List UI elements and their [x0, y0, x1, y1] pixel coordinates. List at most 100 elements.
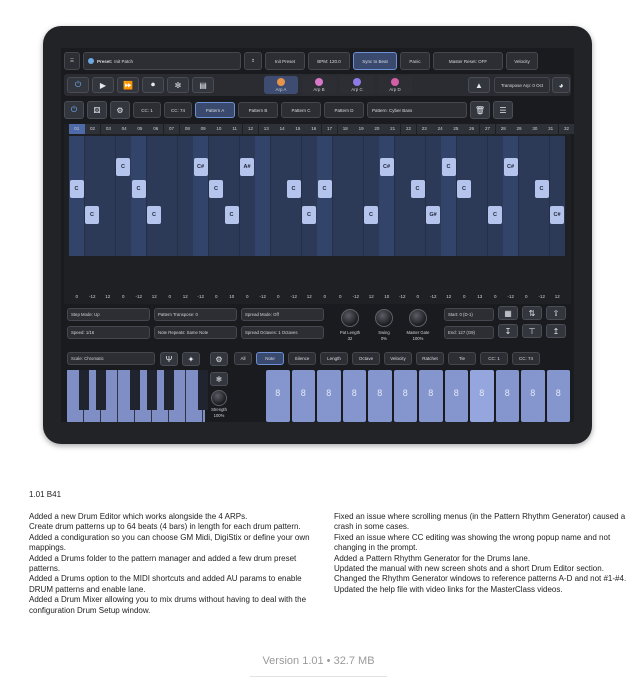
step-value[interactable]: 12 [441, 294, 457, 299]
step-number[interactable]: 15 [290, 124, 306, 134]
step-column[interactable] [193, 136, 208, 256]
step-value[interactable]: 0 [488, 294, 504, 299]
step-column[interactable] [177, 136, 193, 256]
step-column[interactable] [270, 136, 286, 256]
step-number[interactable]: 05 [132, 124, 148, 134]
step-column[interactable] [348, 136, 363, 256]
tab-pattern-b[interactable]: Pattern B [238, 102, 278, 118]
master-reset-select[interactable]: Master Reset: OFF [433, 52, 503, 70]
step-value[interactable]: 0 [333, 294, 349, 299]
step-note[interactable]: C [317, 180, 332, 198]
step-value[interactable]: 0 [519, 294, 535, 299]
pat-length-knob[interactable] [341, 309, 359, 327]
snowflake-icon[interactable]: ❄ [210, 372, 228, 386]
step-number[interactable]: 19 [353, 124, 369, 134]
list-icon[interactable]: ☰ [493, 101, 513, 119]
step-value[interactable]: -12 [395, 294, 411, 299]
sync-to-beat-button[interactable]: Sync to Beat [353, 52, 397, 70]
swing-knob[interactable] [375, 309, 393, 327]
init-preset-button[interactable]: Init Preset [265, 52, 305, 70]
transpose-arp-select[interactable]: Transpose Arp: 0 Oct [494, 77, 550, 93]
tab-velocity[interactable]: Velocity [384, 352, 412, 365]
step-number[interactable]: 21 [384, 124, 401, 134]
cc74-field[interactable]: CC: 74 [164, 102, 192, 118]
tab-all[interactable]: All [234, 352, 252, 365]
note-pad[interactable]: 8C [266, 370, 290, 422]
note-pad[interactable]: 8D [317, 370, 341, 422]
step-value[interactable]: -12 [131, 294, 147, 299]
step-number[interactable]: 30 [527, 124, 543, 134]
step-note[interactable]: C [488, 206, 502, 224]
step-value[interactable]: 12 [147, 294, 163, 299]
tab-pattern-a[interactable]: Pattern A [195, 102, 235, 118]
step-number[interactable]: 25 [448, 124, 464, 134]
step-number[interactable]: 13 [258, 124, 275, 134]
step-column[interactable] [549, 136, 565, 256]
end-select[interactable]: End: 127 (G9) [444, 326, 494, 339]
step-value[interactable]: -12 [503, 294, 519, 299]
wand-icon[interactable]: ✦ [182, 352, 200, 366]
note-pad[interactable]: 8A [495, 370, 519, 422]
master-gate-knob[interactable] [409, 309, 427, 327]
tab-silence[interactable]: Silence [288, 352, 316, 365]
note-lane[interactable]: C C C C C C# C C A# C C C C C# C G# C C C C# C C# [69, 136, 565, 256]
tab-arp-a[interactable]: Arp A [264, 76, 298, 94]
step-value[interactable]: 0 [410, 294, 426, 299]
align-up-icon[interactable]: ↥ [546, 324, 566, 338]
step-number[interactable]: 32 [558, 124, 574, 134]
step-value[interactable]: 0 [69, 294, 85, 299]
step-number[interactable]: 22 [400, 124, 417, 134]
tab-note[interactable]: Note [256, 352, 284, 365]
step-note[interactable]: C [286, 180, 301, 198]
black-key[interactable] [147, 370, 157, 410]
settings-icon[interactable]: ⚙ [110, 101, 130, 119]
strength-knob[interactable] [211, 390, 227, 406]
step-number[interactable]: 17 [321, 124, 338, 134]
step-value[interactable]: 0 [240, 294, 256, 299]
note-pad[interactable]: 8C# [291, 370, 315, 422]
step-value[interactable]: 12 [302, 294, 318, 299]
pattern-power-icon[interactable]: ⏻ [64, 101, 84, 119]
scale-select[interactable]: Scale: Chromatic [67, 352, 155, 365]
preset-selector[interactable]: Preset: Init Patch [83, 52, 241, 70]
step-value[interactable]: -12 [534, 294, 550, 299]
step-value[interactable]: 12 [178, 294, 194, 299]
step-number[interactable]: 12 [242, 124, 259, 134]
step-value[interactable]: 0 [457, 294, 473, 299]
play-icon[interactable]: ▶ [92, 77, 114, 93]
speed-select[interactable]: Speed: 1/16 [67, 326, 150, 339]
note-pad[interactable]: 8E [368, 370, 392, 422]
tab-tie[interactable]: Tie [448, 352, 476, 365]
step-number[interactable]: 26 [463, 124, 480, 134]
step-note[interactable]: C [441, 158, 456, 176]
black-key[interactable] [96, 370, 106, 410]
step-column[interactable] [100, 136, 115, 256]
black-key[interactable] [198, 370, 208, 410]
step-column[interactable] [162, 136, 177, 256]
step-column[interactable] [487, 136, 503, 256]
step-mode-select[interactable]: Step Mode: Up [67, 308, 150, 321]
step-note[interactable]: C [69, 180, 84, 198]
piano-keyboard[interactable]: C [67, 370, 208, 422]
step-column[interactable] [472, 136, 487, 256]
step-value[interactable]: 0 [209, 294, 225, 299]
step-note[interactable]: C [410, 180, 425, 198]
tab-arp-d[interactable]: Arp D [378, 76, 412, 94]
step-column[interactable] [224, 136, 239, 256]
tab-ratchet[interactable]: Ratchet [416, 352, 444, 365]
step-value[interactable]: -12 [426, 294, 442, 299]
step-number[interactable]: 07 [163, 124, 180, 134]
step-value[interactable]: 0 [317, 294, 333, 299]
step-number[interactable]: 16 [305, 124, 322, 134]
step-column[interactable] [301, 136, 317, 256]
step-number[interactable]: 14 [274, 124, 290, 134]
share-icon[interactable]: ↥ [244, 52, 262, 70]
step-value[interactable]: 10 [224, 294, 240, 299]
tab-arp-c[interactable]: Arp C [340, 76, 374, 94]
gauge-icon[interactable]: ◕ [552, 77, 570, 93]
skip-icon[interactable]: ⏩ [117, 77, 139, 93]
step-note[interactable]: C# [379, 158, 394, 176]
note-pad[interactable]: 8G# [470, 370, 494, 422]
note-repeats-select[interactable]: Note Repeats: Same Note [154, 326, 237, 339]
trash-icon[interactable]: 🗑 [470, 101, 490, 119]
